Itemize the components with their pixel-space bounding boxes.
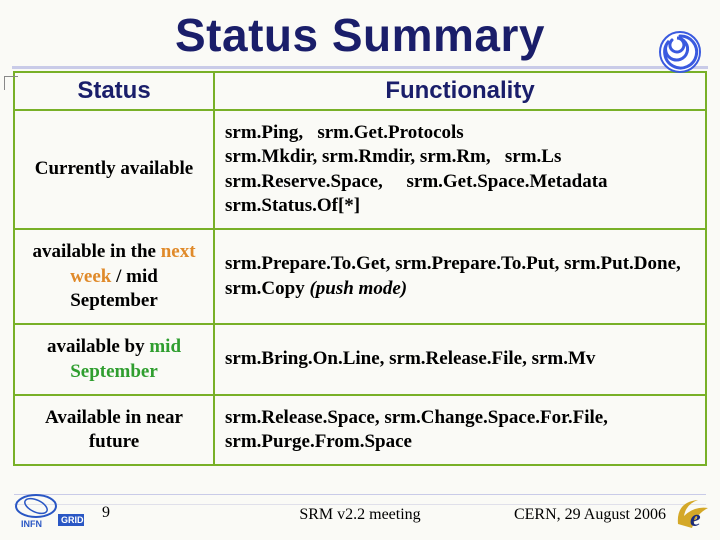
functionality-cell: srm.Release.Space, srm.Change.Space.For.… bbox=[214, 395, 706, 466]
egee-logo-icon: e bbox=[672, 494, 712, 534]
status-cell: Available in near future bbox=[14, 395, 214, 466]
footer: INFN GRID 9 SRM v2.2 meeting CERN, 29 Au… bbox=[0, 486, 720, 536]
table-header-row: Status Functionality bbox=[14, 72, 706, 110]
footer-divider bbox=[14, 494, 706, 495]
func-text: srm.Reserve.Space, srm.Get.Space.Metadat… bbox=[225, 171, 608, 192]
functionality-cell: srm.Prepare.To.Get, srm.Prepare.To.Put, … bbox=[214, 229, 706, 324]
col-status-header: Status bbox=[14, 72, 214, 110]
func-text: srm.Ping, srm.Get.Protocols bbox=[225, 122, 464, 143]
crop-mark-icon bbox=[4, 76, 18, 90]
table-row: Available in near future srm.Release.Spac… bbox=[14, 395, 706, 466]
svg-text:e: e bbox=[690, 506, 701, 532]
table-row: available in the next week / mid Septemb… bbox=[14, 229, 706, 324]
page-title: Status Summary bbox=[0, 0, 720, 66]
functionality-cell: srm.Bring.On.Line, srm.Release.File, srm… bbox=[214, 324, 706, 395]
func-text: srm.Status.Of[*] bbox=[225, 195, 360, 216]
spiral-logo-icon bbox=[658, 30, 702, 74]
table-row: available by mid September srm.Bring.On.L… bbox=[14, 324, 706, 395]
slide: Status Summary Status Functionality Curr… bbox=[0, 0, 720, 540]
func-text: srm.Prepare.To.Get, srm.Prepare.To.Put, … bbox=[225, 253, 681, 298]
status-cell: Currently available bbox=[14, 110, 214, 229]
footer-divider-2 bbox=[14, 504, 706, 505]
col-func-header: Functionality bbox=[214, 72, 706, 110]
status-cell: available in the next week / mid Septemb… bbox=[14, 229, 214, 324]
func-italic: (push mode) bbox=[309, 278, 407, 299]
status-text: available in the bbox=[32, 241, 160, 262]
status-text: Available in near future bbox=[45, 407, 183, 452]
title-underline bbox=[12, 66, 708, 69]
footer-right-text: CERN, 29 August 2006 bbox=[514, 506, 666, 524]
functionality-cell: srm.Ping, srm.Get.Protocols srm.Mkdir, sr… bbox=[214, 110, 706, 229]
func-text: srm.Mkdir, srm.Rmdir, srm.Rm, srm.Ls bbox=[225, 146, 561, 167]
func-text: srm.Release.Space, srm.Change.Space.For.… bbox=[225, 407, 608, 452]
func-text: srm.Bring.On.Line, srm.Release.File, srm… bbox=[225, 348, 595, 369]
table-row: Currently available srm.Ping, srm.Get.Pro… bbox=[14, 110, 706, 229]
status-table: Status Functionality Currently available… bbox=[13, 71, 707, 466]
status-text: available by bbox=[47, 336, 149, 357]
status-text: Currently available bbox=[35, 158, 194, 179]
status-cell: available by mid September bbox=[14, 324, 214, 395]
